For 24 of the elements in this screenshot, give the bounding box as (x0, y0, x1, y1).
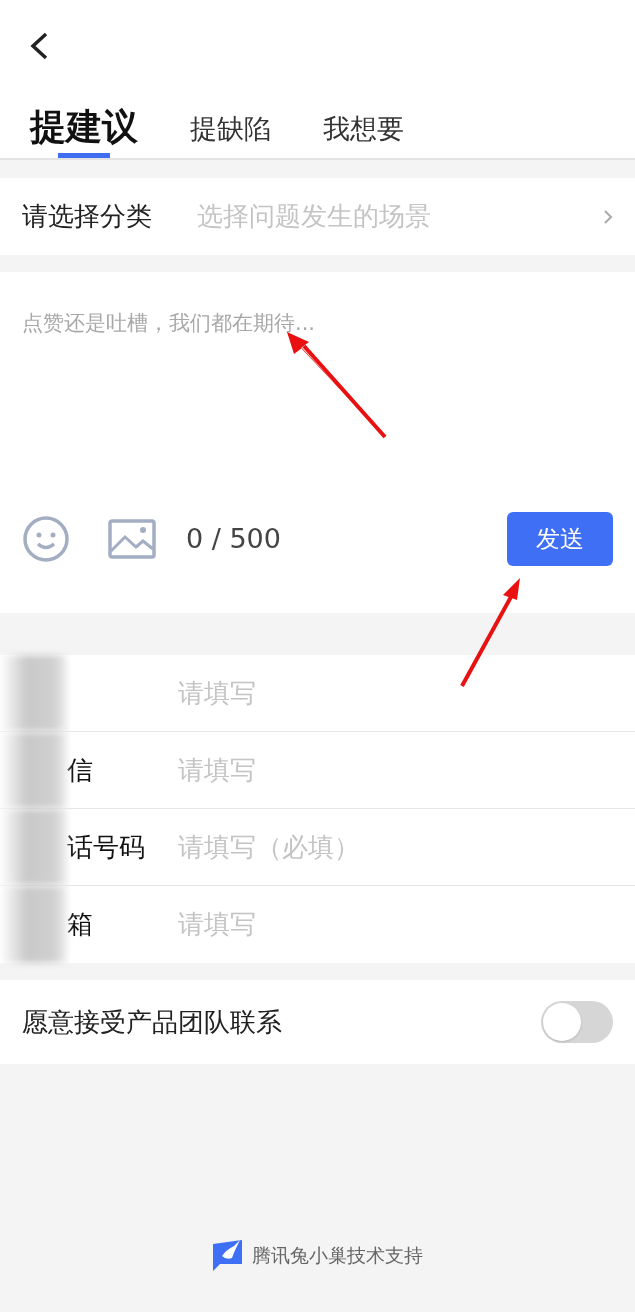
category-label: 请选择分类 (22, 200, 153, 233)
back-icon[interactable] (28, 31, 50, 61)
character-counter: 0 / 500 (186, 521, 281, 556)
field-label: 箱 (67, 908, 93, 941)
tab[interactable]: 提建议 (30, 109, 138, 158)
field-label: 信 (67, 753, 93, 787)
tab[interactable]: 我想要 (323, 115, 404, 158)
send-button[interactable]: 发送 (507, 512, 613, 566)
category-row[interactable]: 请选择分类 选择问题发生的场景 (0, 178, 635, 255)
input-field[interactable]: 请填写 (178, 673, 635, 713)
smiley-icon[interactable] (22, 515, 70, 563)
tab[interactable]: 提缺陷 (190, 115, 271, 158)
footer-text: 腾讯兔小巢技术支持 (252, 1242, 423, 1268)
category-placeholder: 选择问题发生的场景 (197, 200, 432, 233)
consent-label: 愿意接受产品团队联系 (22, 1005, 283, 1039)
feedback-input[interactable]: 点赞还是吐槽，我们都在期待... (0, 272, 635, 511)
logo-icon (212, 1238, 244, 1272)
input-field[interactable]: 请填写（必填） (178, 827, 635, 867)
field-label: 话号码 (67, 830, 145, 864)
input-field[interactable]: 请填写 (178, 905, 635, 944)
chevron-right-icon (603, 208, 613, 225)
toggle-switch[interactable] (541, 1001, 613, 1043)
image-icon[interactable] (108, 519, 156, 559)
input-field[interactable]: 请填写 (178, 750, 635, 790)
